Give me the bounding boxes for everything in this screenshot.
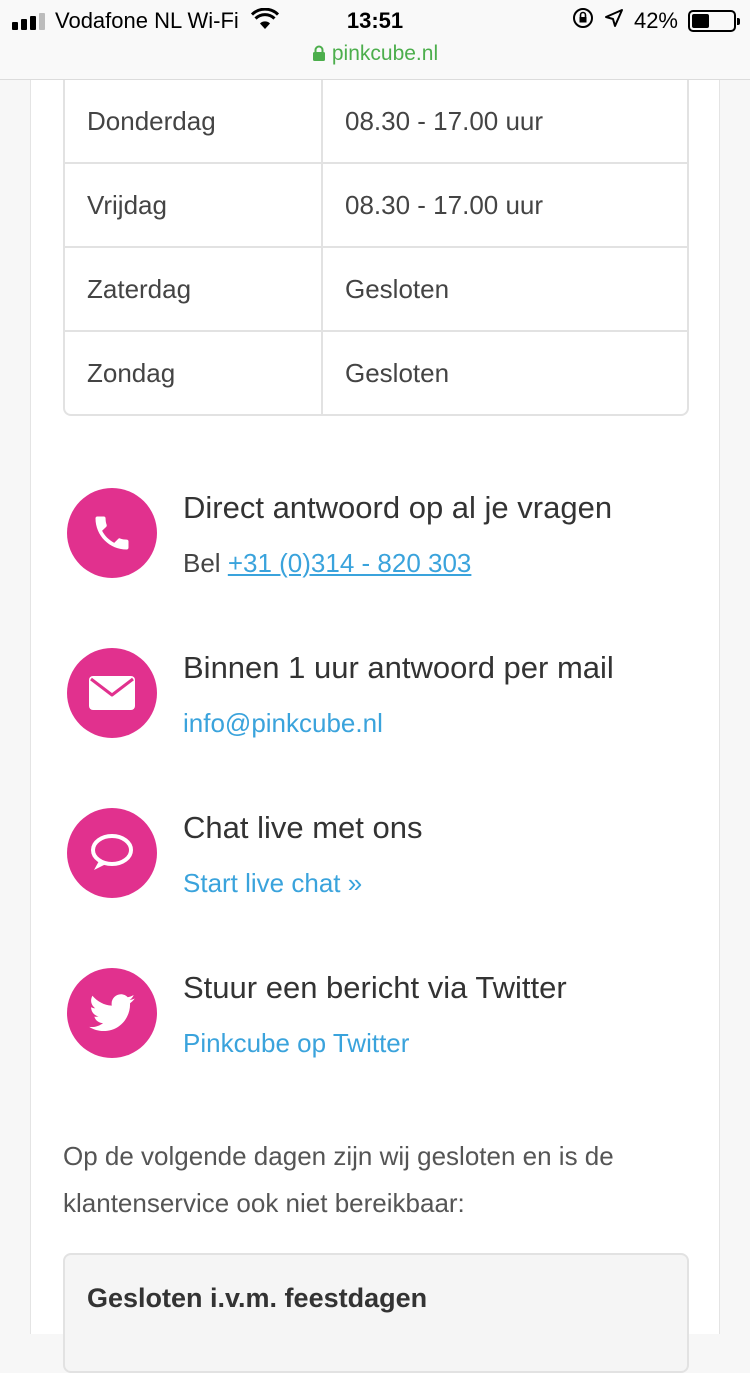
phone-number-link[interactable]: +31 (0)314 - 820 303 bbox=[228, 548, 472, 578]
battery-fill bbox=[692, 14, 709, 28]
closed-days-notice: Op de volgende dagen zijn wij gesloten e… bbox=[63, 1141, 614, 1218]
opening-hours-table: Donderdag 08.30 - 17.00 uur Vrijdag 08.3… bbox=[63, 80, 689, 416]
contact-phone-title: Direct antwoord op al je vragen bbox=[183, 490, 613, 525]
url-text: pinkcube.nl bbox=[331, 42, 439, 65]
contact-twitter-title: Stuur een bericht via Twitter bbox=[183, 970, 567, 1005]
envelope-icon bbox=[67, 648, 157, 738]
time-cell: Gesloten bbox=[345, 357, 450, 388]
status-bar: Vodafone NL Wi-Fi 13:51 42% pinkcube.nl bbox=[0, 0, 750, 80]
time-cell: Gesloten bbox=[345, 273, 450, 304]
rotation-lock-icon bbox=[572, 7, 594, 35]
contact-chat: Chat live met ons Start live chat » bbox=[67, 808, 707, 908]
contact-mail: Binnen 1 uur antwoord per mail info@pink… bbox=[67, 648, 707, 748]
battery-icon bbox=[688, 10, 740, 32]
battery-percent: 42% bbox=[633, 8, 678, 33]
contact-twitter: Stuur een bericht via Twitter Pinkcube o… bbox=[67, 968, 707, 1068]
day-cell: Donderdag bbox=[65, 80, 323, 162]
holiday-panel-title: Gesloten i.v.m. feestdagen bbox=[87, 1283, 428, 1313]
day-cell: Zondag bbox=[65, 332, 323, 414]
chat-bubble-icon bbox=[67, 808, 157, 898]
contact-chat-sub: Start live chat » bbox=[183, 868, 362, 899]
twitter-bird-icon bbox=[67, 968, 157, 1058]
contact-twitter-sub: Pinkcube op Twitter bbox=[183, 1028, 409, 1059]
phone-icon bbox=[67, 488, 157, 578]
holiday-closures-panel: Gesloten i.v.m. feestdagen bbox=[63, 1253, 689, 1373]
location-arrow-icon bbox=[604, 8, 624, 34]
table-row: Donderdag 08.30 - 17.00 uur bbox=[65, 80, 687, 162]
contact-mail-sub: info@pinkcube.nl bbox=[183, 708, 383, 739]
email-link[interactable]: info@pinkcube.nl bbox=[183, 708, 383, 738]
status-bar-right: 42% bbox=[572, 6, 740, 36]
page-content: Donderdag 08.30 - 17.00 uur Vrijdag 08.3… bbox=[30, 80, 720, 1373]
contact-mail-title: Binnen 1 uur antwoord per mail bbox=[183, 650, 614, 685]
time-cell: 08.30 - 17.00 uur bbox=[345, 105, 544, 136]
contact-phone: Direct antwoord op al je vragen Bel +31 … bbox=[67, 488, 707, 588]
table-row: Vrijdag 08.30 - 17.00 uur bbox=[65, 162, 687, 246]
lock-icon bbox=[312, 42, 326, 70]
day-cell: Zaterdag bbox=[65, 248, 323, 330]
address-bar[interactable]: pinkcube.nl bbox=[0, 40, 750, 70]
contact-phone-sub: Bel +31 (0)314 - 820 303 bbox=[183, 548, 471, 579]
phone-prefix: Bel bbox=[183, 548, 221, 578]
table-row: Zaterdag Gesloten bbox=[65, 246, 687, 330]
day-cell: Vrijdag bbox=[65, 164, 323, 246]
twitter-link[interactable]: Pinkcube op Twitter bbox=[183, 1028, 409, 1058]
table-row: Zondag Gesloten bbox=[65, 330, 687, 414]
contact-chat-title: Chat live met ons bbox=[183, 810, 423, 845]
time-cell: 08.30 - 17.00 uur bbox=[345, 189, 544, 220]
start-live-chat-link[interactable]: Start live chat » bbox=[183, 868, 362, 898]
